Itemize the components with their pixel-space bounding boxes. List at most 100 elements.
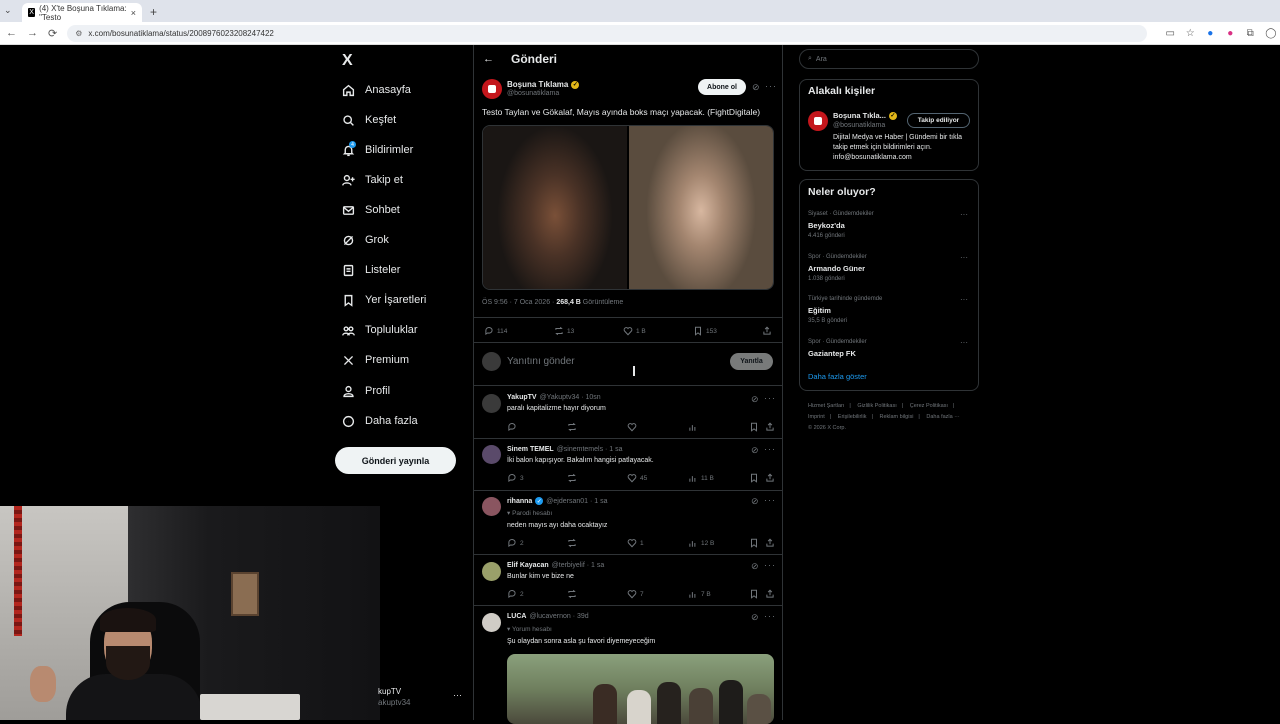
bookmark-action[interactable] [749, 473, 759, 483]
more-icon[interactable]: ··· [960, 295, 968, 304]
bookmark-action[interactable]: 153 [693, 326, 717, 336]
more-icon[interactable]: ··· [764, 444, 776, 454]
following-button[interactable]: Takip ediliyor [907, 113, 970, 128]
reload-icon[interactable]: ⟳ [48, 27, 57, 40]
extensions-puzzle-icon[interactable]: ⧉ [1245, 28, 1255, 39]
more-icon[interactable]: ··· [960, 210, 968, 219]
media-image-right[interactable] [629, 126, 773, 289]
nav-home[interactable]: Anasayfa [341, 79, 411, 101]
nav-premium[interactable]: Premium [341, 349, 409, 371]
repost-action[interactable] [567, 538, 577, 548]
bookmark-action[interactable] [749, 422, 759, 432]
show-more-link[interactable]: Daha fazla göster [808, 372, 867, 381]
share-action[interactable] [762, 326, 772, 336]
account-switcher[interactable]: kupTV akuptv34 [378, 686, 410, 708]
reply-action[interactable]: 2 [507, 589, 524, 599]
tab-list-chevron-icon[interactable]: ⌄ [4, 5, 12, 16]
grok-icon[interactable]: ⊘ [751, 394, 759, 405]
reply-action[interactable]: 114 [484, 326, 507, 336]
more-icon[interactable]: ··· [960, 253, 968, 262]
like-action[interactable]: 1 B [623, 326, 646, 336]
reply-action[interactable]: 3 [507, 473, 524, 483]
share-action[interactable] [765, 538, 775, 548]
bookmark-action[interactable] [749, 538, 759, 548]
share-action[interactable] [765, 589, 775, 599]
grok-icon[interactable]: ⊘ [751, 496, 759, 507]
more-icon[interactable]: ··· [764, 560, 776, 570]
trend-title[interactable]: Beykoz'da [808, 221, 845, 230]
install-app-icon[interactable]: ▭ [1165, 28, 1175, 39]
new-tab-button[interactable]: + [150, 3, 157, 22]
browser-tab[interactable]: X (4) X'te Boşuna Tıklama: "Testo × [22, 3, 142, 22]
post-author[interactable]: Boşuna Tıklama ✓ [507, 80, 580, 89]
nav-more[interactable]: Daha fazla [341, 410, 418, 432]
footer-link[interactable]: Reklam bilgisi [879, 414, 913, 420]
nav-grok[interactable]: Grok [341, 229, 389, 251]
profile-icon[interactable]: ◯ [1265, 28, 1276, 39]
footer-link[interactable]: Daha fazla ··· [926, 414, 959, 420]
avatar[interactable] [482, 79, 502, 99]
nav-communities[interactable]: Topluluklar [341, 319, 418, 341]
repost-action[interactable] [567, 422, 577, 432]
nav-profile[interactable]: Profil [341, 380, 390, 402]
grok-icon[interactable]: ⊘ [751, 612, 759, 623]
reply-input[interactable]: Yanıtını gönder [507, 356, 575, 367]
post-media[interactable] [482, 125, 774, 290]
grok-icon[interactable]: ⊘ [751, 561, 759, 572]
bookmark-star-icon[interactable]: ☆ [1185, 28, 1195, 39]
media-image-left[interactable] [483, 126, 627, 289]
subscribe-button[interactable]: Abone ol [698, 79, 746, 95]
nav-follow[interactable]: Takip et [341, 169, 403, 191]
trend-title[interactable]: Gaziantep FK [808, 349, 856, 358]
comment-media[interactable] [507, 654, 774, 724]
grok-icon[interactable]: ⊘ [751, 445, 759, 456]
avatar[interactable] [482, 562, 501, 581]
back-arrow-icon[interactable]: ← [483, 53, 494, 65]
repost-action[interactable]: 13 [554, 326, 574, 336]
views-action[interactable]: 11 B [688, 473, 714, 483]
back-arrow-icon[interactable]: ← [6, 27, 17, 39]
more-icon[interactable]: ··· [764, 393, 776, 403]
bookmark-action[interactable] [749, 589, 759, 599]
share-action[interactable] [765, 473, 775, 483]
avatar[interactable] [482, 497, 501, 516]
nav-explore[interactable]: Keşfet [341, 109, 396, 131]
views-action[interactable]: 12 B [688, 538, 714, 548]
trend-title[interactable]: Eğitim [808, 306, 831, 315]
grok-icon[interactable]: ⊘ [752, 82, 760, 93]
repost-action[interactable] [567, 473, 577, 483]
repost-action[interactable] [567, 589, 577, 599]
nav-chat[interactable]: Sohbet [341, 199, 400, 221]
footer-link[interactable]: Erişilebilirlik [838, 414, 867, 420]
forward-arrow-icon[interactable]: → [27, 27, 38, 39]
nav-lists[interactable]: Listeler [341, 259, 400, 281]
reply-action[interactable] [507, 422, 520, 432]
extension-pink-icon[interactable]: ● [1225, 28, 1235, 39]
like-action[interactable]: 7 [627, 589, 644, 599]
like-action[interactable]: 45 [627, 473, 647, 483]
views-action[interactable]: 7 B [688, 589, 711, 599]
trend-title[interactable]: Armando Güner [808, 264, 865, 273]
more-icon[interactable]: ··· [764, 611, 776, 621]
search-input[interactable]: ⌕ Ara [799, 49, 979, 69]
address-bar[interactable]: ⚙ x.com/bosunatiklama/status/20089760232… [67, 24, 1148, 42]
account-more-icon[interactable]: ··· [453, 690, 462, 700]
tab-close-icon[interactable]: × [131, 8, 136, 18]
reply-action[interactable]: 2 [507, 538, 524, 548]
x-logo-icon[interactable]: X [342, 52, 353, 70]
avatar[interactable] [808, 111, 828, 131]
nav-bookmarks[interactable]: Yer İşaretleri [341, 289, 426, 311]
more-icon[interactable]: ··· [765, 81, 777, 91]
site-info-icon[interactable]: ⚙ [75, 29, 82, 38]
avatar[interactable] [482, 394, 501, 413]
footer-link[interactable]: Çerez Politikası [910, 403, 948, 409]
footer-link[interactable]: Hizmet Şartları [808, 403, 844, 409]
footer-link[interactable]: Gizlilik Politikası [857, 403, 896, 409]
share-action[interactable] [765, 422, 775, 432]
footer-link[interactable]: Imprint [808, 414, 825, 420]
more-icon[interactable]: ··· [764, 495, 776, 505]
post-button[interactable]: Gönderi yayınla [335, 447, 456, 474]
related-name[interactable]: Boşuna Tıkla... ✓ [833, 111, 897, 120]
like-action[interactable] [627, 422, 640, 432]
avatar[interactable] [482, 445, 501, 464]
